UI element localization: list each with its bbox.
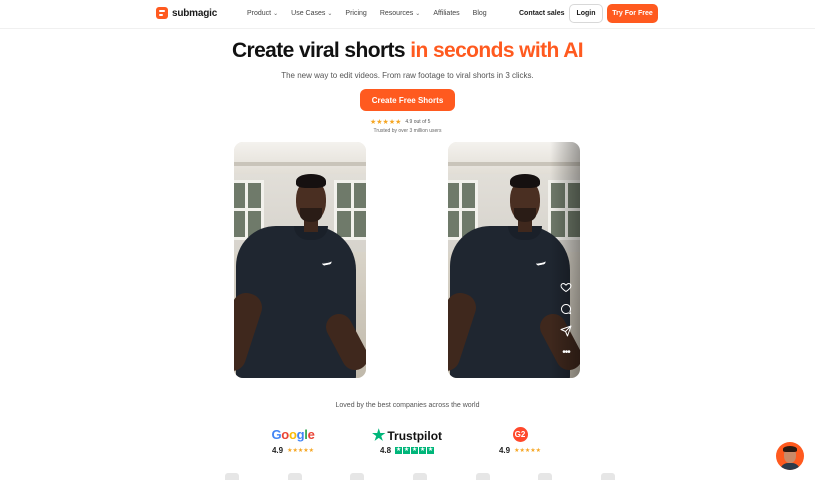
login-button[interactable]: Login: [569, 4, 603, 23]
chevron-down-icon: ⌄: [415, 11, 421, 17]
rating-stars: ★★★★★: [370, 119, 402, 126]
viral-short-video[interactable]: •••: [448, 142, 580, 378]
video-scene: [234, 142, 366, 378]
create-free-shorts-button[interactable]: Create Free Shorts: [360, 89, 455, 111]
company-logo: [225, 473, 239, 480]
g2-review[interactable]: G2 4.9 ★★★★★: [480, 427, 560, 455]
submagic-logo-icon: [156, 7, 168, 19]
raw-footage-video[interactable]: [234, 142, 366, 378]
hero-subheadline: The new way to edit videos. From raw foo…: [281, 71, 534, 80]
trustpilot-star-icon: ★: [371, 426, 386, 444]
contact-sales-link[interactable]: Contact sales: [519, 10, 565, 17]
comment-icon[interactable]: [559, 302, 573, 316]
google-score: 4.9: [271, 446, 284, 455]
trustpilot-score: 4.8: [379, 446, 392, 455]
hero-headline: Create viral shorts in seconds with AI: [0, 39, 815, 63]
company-logo: [350, 473, 365, 480]
short-action-icons: •••: [559, 280, 573, 360]
share-icon[interactable]: [559, 324, 573, 338]
company-logo: [538, 473, 553, 480]
nav-item-blog[interactable]: Blog: [473, 10, 487, 17]
heart-icon[interactable]: [559, 280, 573, 294]
try-for-free-button[interactable]: Try For Free: [607, 4, 658, 23]
main-menu: Product ⌄ Use Cases ⌄ Pricing Resources ⌄ A…: [247, 10, 500, 17]
headline-plain: Create viral shorts: [231, 39, 406, 62]
rating-text: 4.9 out of 5: [405, 119, 431, 125]
google-stars: ★★★★★: [287, 448, 315, 454]
brand-logo[interactable]: submagic: [156, 7, 217, 19]
company-logo: [600, 473, 615, 480]
nav-item-product[interactable]: Product ⌄: [247, 10, 278, 17]
chevron-down-icon: ⌄: [273, 11, 279, 17]
nav-item-resources[interactable]: Resources ⌄: [380, 10, 421, 17]
trustpilot-stars: ★ ★ ★ ★ ★: [395, 447, 435, 454]
nav-item-use-cases[interactable]: Use Cases ⌄: [291, 10, 332, 17]
nav-divider: [0, 28, 815, 29]
company-logo: [412, 473, 427, 480]
headline-accent: in seconds with AI: [410, 39, 584, 62]
google-logo: Google: [271, 427, 315, 442]
company-logo: [475, 473, 490, 480]
g2-score: 4.9: [498, 446, 511, 455]
support-chat-avatar[interactable]: [776, 442, 804, 470]
company-logo: [287, 473, 302, 480]
brand-name: submagic: [172, 7, 218, 19]
nav-item-affiliates[interactable]: Affiliates: [433, 10, 459, 17]
trustpilot-review[interactable]: ★ Trustpilot 4.8 ★ ★ ★ ★ ★: [367, 426, 447, 456]
google-review[interactable]: Google 4.9 ★★★★★: [253, 427, 333, 455]
more-icon[interactable]: •••: [559, 346, 573, 360]
chevron-down-icon: ⌄: [327, 11, 333, 17]
top-navigation: submagic Product ⌄ Use Cases ⌄ Pricing Res…: [0, 0, 815, 28]
trusted-by-text: Trusted by over 3 million users: [373, 128, 442, 134]
nav-item-pricing[interactable]: Pricing: [345, 10, 366, 17]
social-proof-heading: Loved by the best companies across the w…: [335, 402, 480, 409]
trustpilot-logo: ★ Trustpilot: [371, 426, 443, 444]
g2-stars: ★★★★★: [514, 448, 542, 454]
rating-summary: ★★★★★ 4.9 out of 5: [370, 118, 430, 126]
g2-logo-icon: G2: [512, 427, 528, 442]
company-logos-strip: [225, 473, 615, 480]
